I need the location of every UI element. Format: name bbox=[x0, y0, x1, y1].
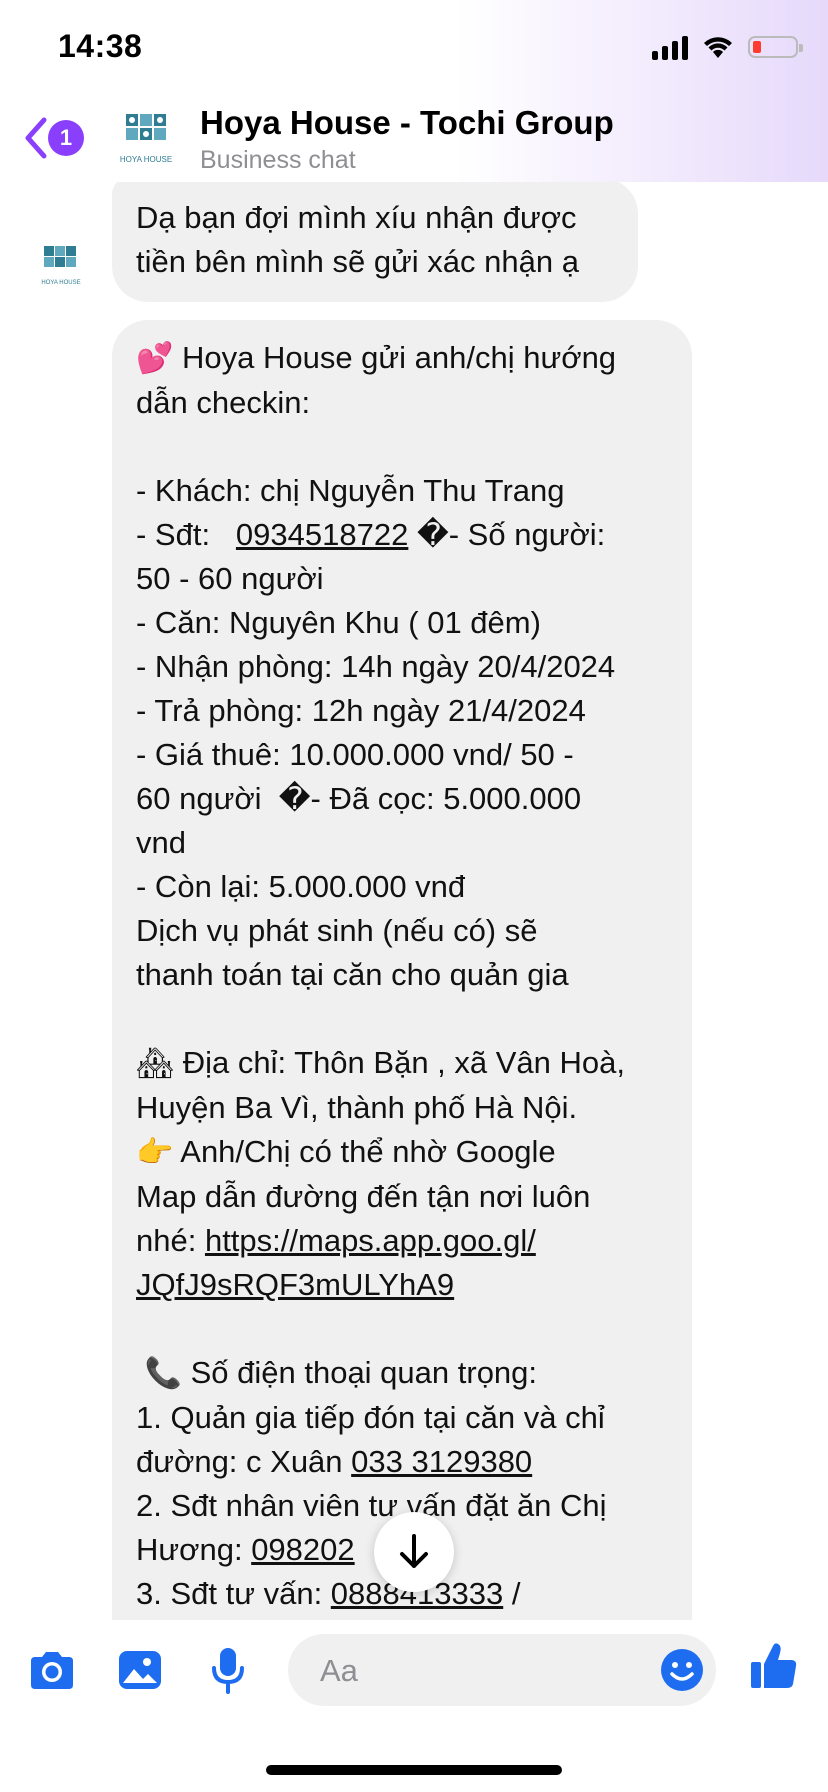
message-text: Dạ bạn đợi mình xíu nhận được bbox=[136, 200, 577, 235]
message-text: - Nhận phòng: 14h ngày 20/4/2024 bbox=[136, 649, 616, 684]
message-bubble[interactable]: Dạ bạn đợi mình xíu nhận được tiền bên m… bbox=[112, 182, 638, 302]
like-button[interactable] bbox=[748, 1640, 800, 1692]
status-time: 14:38 bbox=[58, 28, 143, 64]
arrow-down-icon bbox=[400, 1534, 428, 1568]
message-text: Địa chỉ: Thôn Bặn , xã Vân Hoà, bbox=[174, 1045, 626, 1080]
message-text: 60 người �- Đã cọc: 5.000.000 bbox=[136, 781, 582, 816]
scroll-to-bottom-button[interactable] bbox=[374, 1512, 454, 1592]
camera-button[interactable] bbox=[26, 1644, 78, 1696]
message-text: 50 - 60 người bbox=[136, 561, 324, 596]
battery-icon bbox=[748, 36, 803, 58]
home-indicator bbox=[266, 1765, 562, 1775]
message-text: Huyện Ba Vì, thành phố Hà Nội. bbox=[136, 1090, 578, 1125]
message-text: thanh toán tại căn cho quản gia bbox=[136, 957, 569, 992]
message-text: dẫn checkin: bbox=[136, 385, 311, 420]
message-text: nhé: bbox=[136, 1223, 205, 1258]
message-bubble[interactable]: 💕 Hoya House gửi anh/chị hướng dẫn check… bbox=[112, 320, 692, 1620]
message-text: 3. Sđt tư vấn: bbox=[136, 1576, 331, 1611]
message-text: tiền bên mình sẽ gửi xác nhận ạ bbox=[136, 244, 579, 279]
phone-emoji: 📞 bbox=[144, 1356, 182, 1391]
message-text: - Giá thuê: 10.000.000 vnd/ 50 - bbox=[136, 737, 574, 772]
phone-link[interactable]: 0934518722 bbox=[236, 517, 408, 552]
phone-link[interactable]: 033 3129380 bbox=[351, 1444, 532, 1479]
chat-subtitle: Business chat bbox=[200, 146, 356, 174]
message-text: vnd bbox=[136, 825, 186, 860]
message-text: Số điện thoại quan trọng: bbox=[181, 1355, 538, 1390]
houses-emoji: 🏘 bbox=[136, 1046, 175, 1081]
message-text: �- Số người: bbox=[408, 517, 606, 552]
back-button[interactable]: 1 bbox=[22, 116, 84, 160]
cellular-signal-icon bbox=[652, 34, 688, 60]
message-text: - Sđt: bbox=[136, 517, 236, 552]
emoji-button[interactable] bbox=[656, 1644, 708, 1696]
status-bar: 14:38 bbox=[0, 0, 828, 100]
message-text: đường: c Xuân bbox=[136, 1444, 352, 1479]
conversation-header: 14:38 1 HOYA HOUSE Hoya House - Tochi Gr… bbox=[0, 0, 828, 182]
message-text: Hương: bbox=[136, 1532, 252, 1567]
business-avatar[interactable]: HOYA HOUSE bbox=[116, 108, 176, 168]
emoji-icon bbox=[661, 1649, 703, 1691]
message-text: Dịch vụ phát sinh (nếu có) sẽ bbox=[136, 913, 538, 948]
message-text: / bbox=[503, 1576, 521, 1611]
thumbs-up-icon bbox=[751, 1643, 797, 1688]
wifi-icon bbox=[704, 37, 732, 58]
pointing-hand-emoji: 👉 bbox=[136, 1135, 174, 1170]
message-text: - Còn lại: 5.000.000 vnđ bbox=[136, 869, 466, 904]
message-text: - Trả phòng: 12h ngày 21/4/2024 bbox=[136, 693, 586, 728]
message-text: Hoya House gửi anh/chị hướng bbox=[173, 340, 617, 375]
avatar-logo-text: HOYA HOUSE bbox=[120, 155, 172, 164]
microphone-icon bbox=[212, 1648, 244, 1694]
message-input-wrapper[interactable] bbox=[288, 1634, 716, 1708]
chat-title[interactable]: Hoya House - Tochi Group bbox=[200, 104, 614, 142]
map-link[interactable]: JQfJ9sRQF3mULYhA9 bbox=[136, 1263, 668, 1307]
svg-text:HOYA HOUSE: HOYA HOUSE bbox=[41, 280, 80, 286]
photo-button[interactable] bbox=[114, 1644, 166, 1696]
sender-avatar: HOYA HOUSE bbox=[41, 244, 81, 286]
message-text: Map dẫn đường đến tận nơi luôn bbox=[136, 1179, 591, 1214]
unread-count-badge: 1 bbox=[48, 120, 84, 156]
message-text: - Khách: chị Nguyễn Thu Trang bbox=[136, 473, 565, 508]
chevron-left-icon bbox=[25, 117, 47, 159]
camera-icon bbox=[31, 1652, 73, 1689]
message-input[interactable] bbox=[318, 1634, 622, 1708]
phone-link[interactable]: 098202 bbox=[251, 1532, 354, 1567]
map-link[interactable]: https://maps.app.goo.gl/ bbox=[205, 1223, 536, 1258]
message-text: Anh/Chị có thể nhờ Google bbox=[173, 1134, 556, 1169]
voice-message-button[interactable] bbox=[202, 1644, 254, 1696]
message-text: 1. Quản gia tiếp đón tại căn và chỉ bbox=[136, 1400, 605, 1435]
message-list[interactable]: HOYA HOUSE Dạ bạn đợi mình xíu nhận được… bbox=[0, 182, 828, 1620]
photo-icon bbox=[119, 1651, 161, 1689]
message-composer bbox=[0, 1620, 828, 1720]
hearts-emoji: 💕 bbox=[136, 341, 174, 376]
status-icons bbox=[652, 34, 803, 60]
message-text: - Căn: Nguyên Khu ( 01 đêm) bbox=[136, 605, 541, 640]
